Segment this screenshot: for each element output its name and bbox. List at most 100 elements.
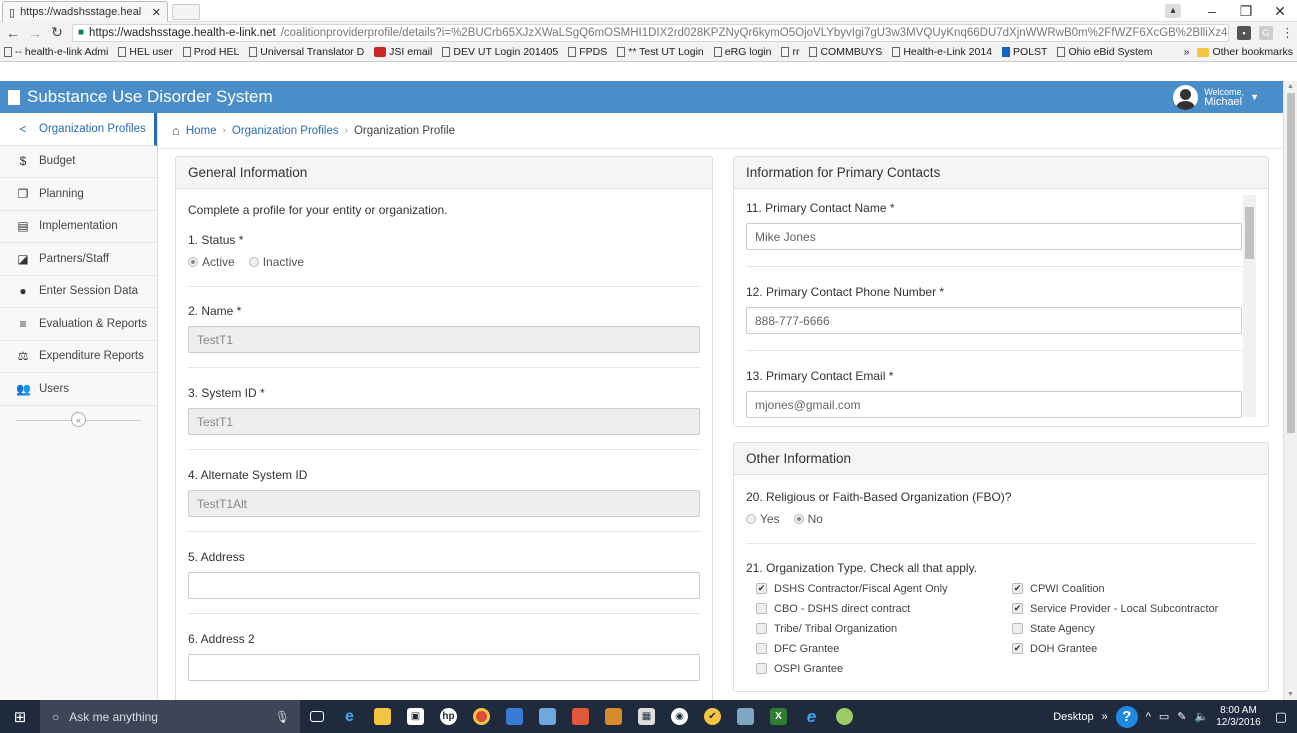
browser-menu-icon[interactable]: ⋮: [1281, 25, 1294, 41]
cortana-search[interactable]: ○ Ask me anything 🎙: [40, 700, 300, 733]
bookmark-item[interactable]: DEV UT Login 201405: [442, 46, 558, 58]
more-bookmarks-button[interactable]: »: [1184, 46, 1190, 58]
store-icon[interactable]: ▣: [399, 700, 432, 733]
toolbar-more-icon[interactable]: »: [1102, 711, 1108, 723]
app-icon[interactable]: ◉: [663, 700, 696, 733]
contacts-scrollbar[interactable]: [1243, 195, 1256, 417]
user-menu[interactable]: Welcome, Michael ▼: [1173, 84, 1259, 110]
reload-icon[interactable]: ↻: [50, 24, 64, 41]
bookmark-item[interactable]: rr: [781, 46, 799, 58]
bookmark-item[interactable]: ** Test UT Login: [617, 46, 704, 58]
status-inactive-radio[interactable]: Inactive: [248, 255, 304, 269]
sidebar-item-evaluation-reports[interactable]: ≡ Evaluation & Reports: [0, 308, 157, 341]
bookmark-item[interactable]: -- health-e-link Admi: [4, 46, 108, 58]
name-input[interactable]: TestT1: [188, 326, 700, 353]
checkbox-cbo-dshs[interactable]: CBO - DSHS direct contract: [756, 601, 1012, 616]
primary-contact-name-input[interactable]: Mike Jones: [746, 223, 1242, 250]
address-input[interactable]: [188, 572, 700, 599]
scroll-up-icon[interactable]: ▲: [1287, 83, 1294, 90]
minimize-icon[interactable]: –: [1195, 3, 1229, 19]
bookmark-item[interactable]: HEL user: [118, 46, 173, 58]
sidebar-item-users[interactable]: 👥 Users: [0, 373, 157, 406]
primary-contact-email-input[interactable]: mjones@gmail.com: [746, 391, 1242, 418]
sidebar-item-organization-profiles[interactable]: < Organization Profiles: [0, 113, 157, 146]
show-hidden-icons-chevron-icon[interactable]: ^: [1146, 711, 1151, 723]
file-explorer-icon[interactable]: [366, 700, 399, 733]
bookmark-item[interactable]: Health-e-Link 2014: [892, 46, 992, 58]
breadcrumb-organization-profiles[interactable]: Organization Profiles: [232, 125, 339, 137]
volume-muted-icon[interactable]: 🔈: [1195, 710, 1209, 723]
checkbox-dshs-contractor[interactable]: ✔ DSHS Contractor/Fiscal Agent Only: [756, 581, 1012, 596]
edge-icon[interactable]: e: [333, 700, 366, 733]
sidebar-item-partners-staff[interactable]: ◪ Partners/Staff: [0, 243, 157, 276]
forward-icon[interactable]: →: [28, 25, 42, 41]
browser-tab[interactable]: ▯ https://wadshsstage.heal ✕: [2, 1, 168, 22]
maximize-icon[interactable]: ❐: [1229, 3, 1263, 20]
back-icon[interactable]: ←: [6, 25, 20, 41]
bookmark-item[interactable]: Prod HEL: [182, 46, 239, 58]
excel-icon[interactable]: X: [762, 700, 795, 733]
system-id-input[interactable]: TestT1: [188, 408, 700, 435]
close-tab-icon[interactable]: ✕: [152, 6, 161, 19]
task-view-icon[interactable]: [300, 700, 333, 733]
app-icon-2[interactable]: [729, 700, 762, 733]
primary-contact-phone-input[interactable]: 888-777-6666: [746, 307, 1242, 334]
desktop-toolbar-label[interactable]: Desktop: [1053, 711, 1093, 723]
scroll-down-icon[interactable]: ▼: [1287, 691, 1294, 698]
paint-brush-icon[interactable]: [828, 700, 861, 733]
snipping-tool-icon[interactable]: [564, 700, 597, 733]
sidebar-item-enter-session-data[interactable]: ● Enter Session Data: [0, 276, 157, 308]
extension-icon[interactable]: ▪: [1237, 25, 1251, 40]
pen-icon[interactable]: ✎: [1177, 710, 1186, 723]
windows-start-icon[interactable]: ⊞: [0, 700, 40, 733]
contacts-scroll-thumb[interactable]: [1245, 207, 1254, 259]
sidebar-item-planning[interactable]: ❐ Planning: [0, 178, 157, 211]
remote-desktop-icon[interactable]: [498, 700, 531, 733]
checkbox-tribe[interactable]: Tribe/ Tribal Organization: [756, 621, 1012, 636]
checkbox-dfc-grantee[interactable]: DFC Grantee: [756, 641, 1012, 656]
chrome-icon[interactable]: [465, 700, 498, 733]
notepad-icon[interactable]: [531, 700, 564, 733]
close-window-icon[interactable]: ✕: [1263, 3, 1297, 20]
clock[interactable]: 8:00 AM 12/3/2016: [1216, 705, 1261, 729]
bookmark-item[interactable]: JSI email: [374, 46, 432, 58]
address-2-input[interactable]: [188, 654, 700, 681]
sidebar-item-implementation[interactable]: ▤ Implementation: [0, 211, 157, 243]
profile-icon[interactable]: ▴: [1165, 4, 1181, 18]
page-scrollbar[interactable]: ▲ ▼: [1283, 81, 1297, 700]
alternate-system-id-input[interactable]: TestT1Alt: [188, 490, 700, 517]
bookmark-item[interactable]: COMMBUYS: [809, 46, 882, 58]
calculator-icon[interactable]: ▦: [630, 700, 663, 733]
sidebar-item-budget[interactable]: $ Budget: [0, 146, 157, 178]
bookmark-item[interactable]: FPDS: [568, 46, 607, 58]
fbo-no-radio[interactable]: No: [793, 512, 823, 526]
bookmark-item[interactable]: POLST: [1002, 46, 1047, 58]
checkbox-doh-grantee[interactable]: ✔ DOH Grantee: [1012, 641, 1252, 656]
scroll-thumb[interactable]: [1287, 93, 1295, 433]
other-bookmarks[interactable]: Other bookmarks: [1197, 46, 1293, 58]
checkbox-ospi-grantee[interactable]: OSPI Grantee: [756, 661, 1012, 676]
new-tab-button[interactable]: [172, 4, 200, 20]
fbo-yes-radio[interactable]: Yes: [746, 512, 780, 526]
checkbox-state-agency[interactable]: State Agency: [1012, 621, 1252, 636]
microphone-icon[interactable]: 🎙: [275, 710, 290, 724]
checkbox-cpwi-coalition[interactable]: ✔ CPWI Coalition: [1012, 581, 1252, 596]
status-active-radio[interactable]: Active: [188, 255, 235, 269]
help-icon[interactable]: ?: [1115, 705, 1138, 728]
internet-explorer-icon[interactable]: e: [795, 700, 828, 733]
bookmark-item[interactable]: Universal Translator D: [249, 46, 364, 58]
bookmark-item[interactable]: Ohio eBid System: [1057, 46, 1153, 58]
url-field[interactable]: ■ https://wadshsstage.health-e-link.net /…: [72, 23, 1229, 42]
sidebar-item-expenditure-reports[interactable]: ⚖ Expenditure Reports: [0, 341, 157, 373]
checkbox-service-provider[interactable]: ✔ Service Provider - Local Subcontractor: [1012, 601, 1252, 616]
network-icon[interactable]: ▭: [1159, 710, 1169, 723]
norton-icon[interactable]: ✔: [696, 700, 729, 733]
paint-icon[interactable]: [597, 700, 630, 733]
hp-icon[interactable]: hp: [432, 700, 465, 733]
extension-icon-2[interactable]: G: [1259, 25, 1273, 40]
notifications-icon[interactable]: ▢: [1275, 709, 1287, 725]
collapse-sidebar-icon[interactable]: «: [71, 412, 86, 427]
bookmark-item[interactable]: eRG login: [713, 46, 771, 58]
breadcrumb-home[interactable]: Home: [186, 125, 217, 137]
primary-contacts-scroll-area[interactable]: 11. Primary Contact Name * Mike Jones 12…: [734, 189, 1268, 426]
